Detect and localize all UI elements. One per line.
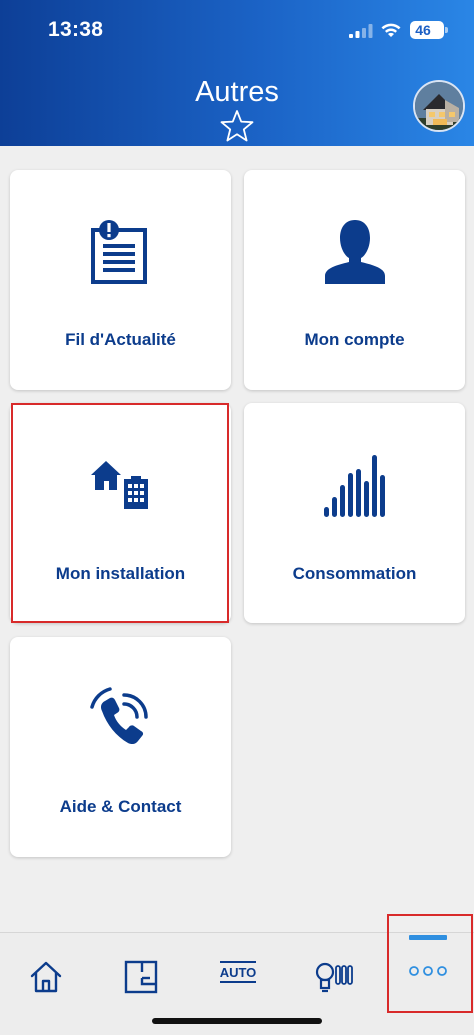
battery-indicator: 46 (410, 21, 448, 39)
app-header: 13:38 46 Autres (0, 0, 474, 146)
consumption-bars-icon (323, 455, 385, 517)
home-indicator (152, 1018, 322, 1024)
tile-help-contact[interactable]: Aide & Contact (10, 637, 231, 857)
auto-icon[interactable]: AUTO (218, 961, 258, 987)
tile-consumption[interactable]: Consommation (244, 403, 465, 623)
user-account-icon (324, 220, 385, 284)
battery-level: 46 (415, 22, 431, 38)
auto-underline (220, 981, 256, 983)
wifi-icon (381, 23, 401, 37)
status-bar: 13:38 46 (0, 18, 474, 44)
tile-consumption-label: Consommation (292, 564, 417, 583)
status-time: 13:38 (48, 18, 104, 41)
floor-plan-icon[interactable] (124, 955, 158, 999)
profile-avatar[interactable] (413, 80, 465, 132)
page-title: Autres (195, 76, 279, 108)
tile-news-feed[interactable]: Fil d'Actualité (10, 170, 231, 390)
cellular-signal-icon (349, 24, 373, 38)
news-feed-icon (90, 220, 147, 284)
tile-help-contact-label: Aide & Contact (59, 797, 182, 816)
light-bulb-radiator-icon[interactable] (314, 955, 354, 999)
tile-news-feed-label: Fil d'Actualité (65, 330, 176, 349)
battery-cap (445, 27, 448, 33)
auto-overline (220, 961, 256, 963)
highlight-frame-installation (11, 403, 229, 623)
favorite-star-icon[interactable] (220, 109, 254, 143)
tile-my-account[interactable]: Mon compte (244, 170, 465, 390)
auto-label: AUTO (219, 965, 257, 980)
home-icon[interactable] (29, 955, 63, 999)
tile-my-account-label: Mon compte (304, 330, 405, 349)
house-photo-icon (415, 82, 463, 130)
highlight-frame-more (387, 914, 473, 1013)
phone-call-icon (89, 687, 148, 745)
